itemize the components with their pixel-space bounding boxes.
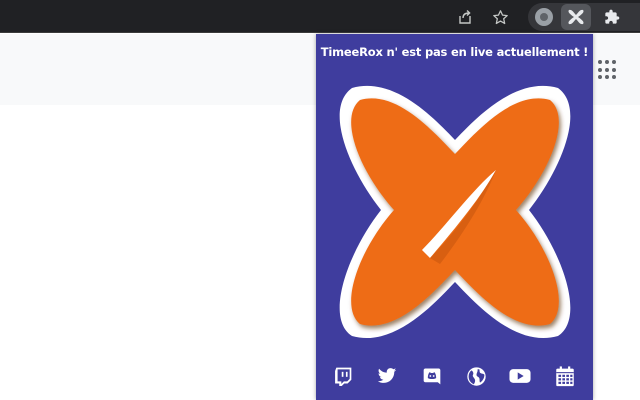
youtube-icon[interactable] [508,364,532,388]
discord-icon[interactable] [420,364,444,388]
bookmark-star-icon[interactable] [487,4,513,30]
extension-x-icon[interactable] [561,4,591,30]
extensions-area [528,3,640,31]
apps-grid-icon[interactable] [598,60,618,80]
calendar-icon[interactable] [553,364,577,388]
extension-popup: TimeeRox n' est pas en live actuellement… [316,34,593,400]
twitter-icon[interactable] [375,364,399,388]
live-status-title: TimeeRox n' est pas en live actuellement… [320,45,589,59]
profile-avatar[interactable] [535,8,553,26]
social-links-row [316,364,593,390]
share-icon[interactable] [452,4,478,30]
globe-icon[interactable] [464,364,488,388]
browser-toolbar [0,0,640,33]
twitch-icon[interactable] [331,364,355,388]
puzzle-icon[interactable] [599,4,625,30]
timeerox-logo [339,85,571,339]
